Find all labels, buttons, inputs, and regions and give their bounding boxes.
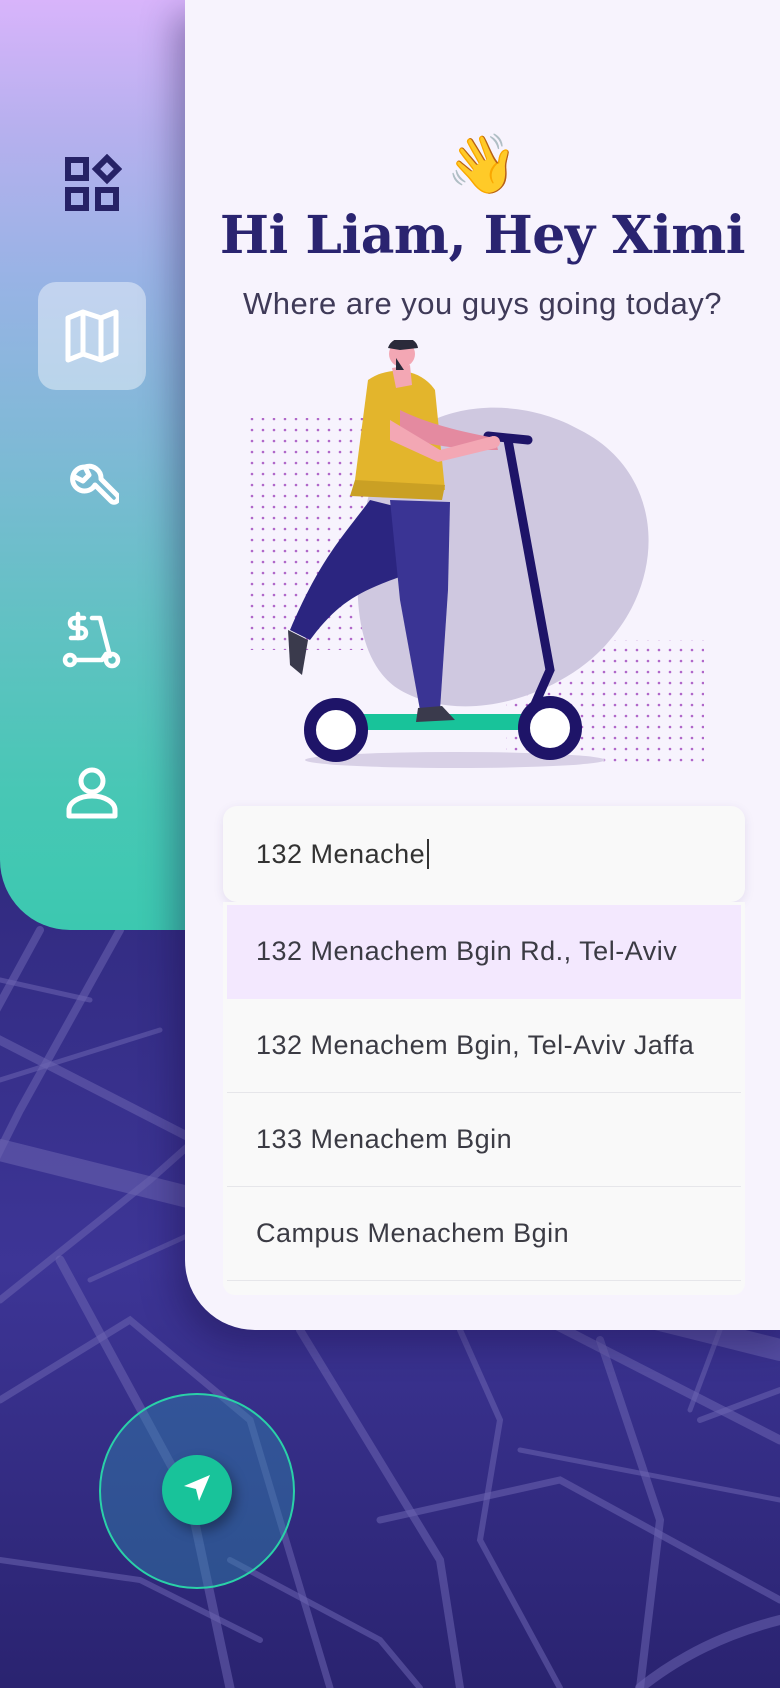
dashboard-icon: [62, 154, 122, 214]
map-icon: [64, 308, 120, 364]
greeting-title: Hi Liam, Hey Ximi: [219, 205, 746, 266]
scooter-payment-icon: [62, 608, 122, 672]
navigation-arrow-icon: [180, 1471, 214, 1509]
wrench-icon: [65, 461, 119, 515]
destination-search-input[interactable]: 132 Menache: [223, 806, 745, 902]
waving-hand-emoji: 👋: [446, 130, 519, 198]
suggestion-item[interactable]: 132 Menachem Bgin, Tel-Aviv Jaffa: [227, 999, 741, 1093]
main-card: 👋 Hi Liam, Hey Ximi Where are you guys g…: [185, 0, 780, 1330]
search-input-text: 132 Menache: [256, 838, 426, 869]
nav-tools[interactable]: [38, 434, 146, 542]
nav-profile[interactable]: [38, 738, 146, 846]
current-location-button[interactable]: [162, 1455, 232, 1525]
text-caret: [427, 839, 430, 869]
sidebar: [0, 0, 200, 930]
profile-icon: [64, 764, 120, 820]
suggestions-list: 132 Menachem Bgin Rd., Tel-Aviv 132 Mena…: [223, 902, 745, 1295]
nav-scooter-payment[interactable]: [38, 586, 146, 694]
nav-map[interactable]: [38, 282, 146, 390]
nav-dashboard[interactable]: [38, 130, 146, 238]
suggestion-item[interactable]: 133 Menachem Bgin: [227, 1093, 741, 1187]
suggestion-item[interactable]: Campus Menachem Bgin: [227, 1187, 741, 1281]
greeting-subtitle: Where are you guys going today?: [242, 286, 723, 321]
suggestion-item[interactable]: 132 Menachem Bgin Rd., Tel-Aviv: [227, 905, 741, 999]
scooter-rider-illustration: [242, 337, 720, 784]
